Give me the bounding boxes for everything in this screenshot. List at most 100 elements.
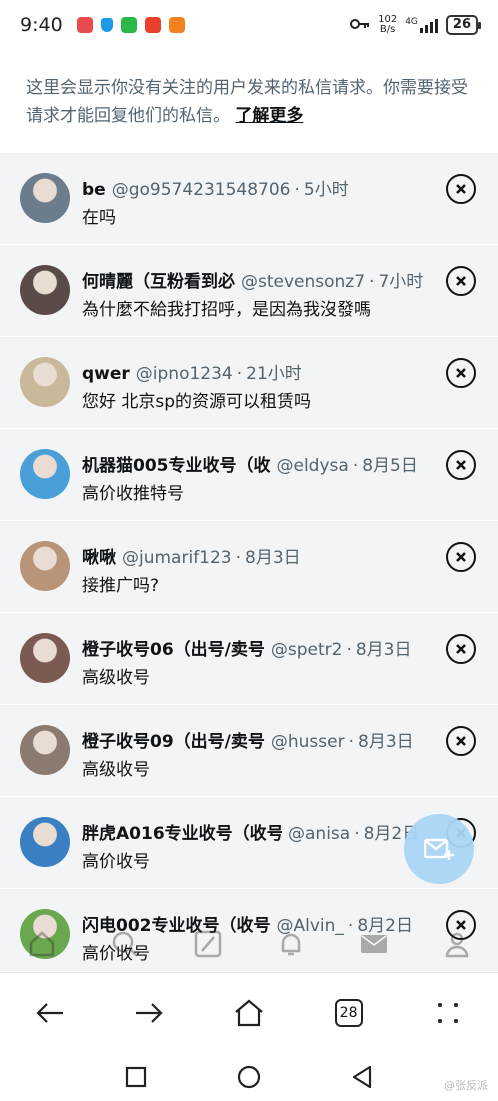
request-header: 啾啾 @jumarif123 · 8月3日 xyxy=(82,543,426,568)
message-request-row[interactable]: 何晴麗（互粉看到必 @stevensonz7 · 7小时 為什麼不給我打招呼，是… xyxy=(0,244,498,336)
avatar[interactable] xyxy=(20,633,70,683)
arrow-right-icon xyxy=(136,1002,163,1023)
system-navigation-bar: @张反派 xyxy=(0,1052,498,1101)
shopping-notification-icon xyxy=(144,17,161,33)
close-icon xyxy=(456,368,466,378)
sender-name: 啾啾 xyxy=(82,548,116,568)
bottom-tab-bar xyxy=(0,916,498,972)
request-time: 7小时 xyxy=(378,272,424,292)
request-time: 5小时 xyxy=(303,180,349,200)
avatar[interactable] xyxy=(20,817,70,867)
tabs-button[interactable]: 28 xyxy=(324,988,374,1038)
tab-grok[interactable] xyxy=(188,924,228,964)
more-dots-icon xyxy=(438,1002,459,1023)
forward-button[interactable] xyxy=(124,988,174,1038)
network-speed: 102 B/s xyxy=(378,15,397,35)
message-preview: 您好 北京sp的资源可以租赁吗 xyxy=(82,392,312,412)
dismiss-request-button[interactable] xyxy=(446,542,476,572)
sender-name: be xyxy=(82,180,106,200)
request-header: be @go9574231548706 · 5小时 xyxy=(82,175,426,200)
dismiss-request-button[interactable] xyxy=(446,174,476,204)
dismiss-request-button[interactable] xyxy=(446,634,476,664)
app-notification-icon xyxy=(76,17,93,33)
message-request-row[interactable]: 橙子收号09（出号/卖号 @husser · 8月3日 高级收号 xyxy=(0,704,498,796)
sender-handle: @go9574231548706 xyxy=(111,180,291,200)
compose-message-icon xyxy=(424,838,454,860)
sender-handle: @husser xyxy=(270,732,345,752)
separator-dot: · xyxy=(348,732,354,752)
communities-icon xyxy=(445,932,468,958)
separator-dot: · xyxy=(346,640,352,660)
sender-name: 机器猫005专业收号（收 xyxy=(82,456,271,476)
status-indicators: 102 B/s 4G 26 xyxy=(350,15,482,35)
tab-search[interactable] xyxy=(105,924,145,964)
key-icon xyxy=(350,16,370,35)
message-request-row[interactable]: 啾啾 @jumarif123 · 8月3日 接推广吗? xyxy=(0,520,498,612)
sender-handle: @eldysa xyxy=(276,456,349,476)
close-icon xyxy=(456,276,466,286)
system-back-icon[interactable] xyxy=(351,1065,373,1089)
browser-toolbar: 28 xyxy=(0,972,498,1052)
message-preview: 高级收号 xyxy=(82,760,150,780)
tab-messages[interactable] xyxy=(354,924,394,964)
close-icon xyxy=(456,552,466,562)
envelope-icon xyxy=(360,935,387,953)
message-request-row[interactable]: be @go9574231548706 · 5小时 在吗 xyxy=(0,152,498,244)
new-message-button[interactable] xyxy=(404,814,474,884)
sender-handle: @anisa xyxy=(288,824,351,844)
system-home-icon[interactable] xyxy=(237,1065,261,1089)
message-request-row[interactable]: 机器猫005专业收号（收 @eldysa · 8月5日 高价收推特号 xyxy=(0,428,498,520)
message-preview: 高级收号 xyxy=(82,668,150,688)
message-preview: 高价收号 xyxy=(82,852,150,872)
status-time: 9:40 xyxy=(20,14,63,36)
sender-name: 何晴麗（互粉看到必 xyxy=(82,272,235,292)
wechat-notification-icon xyxy=(120,17,137,33)
close-icon xyxy=(456,184,466,194)
separator-dot: · xyxy=(236,364,243,384)
request-header: 橙子收号06（出号/卖号 @spetr2 · 8月3日 xyxy=(82,635,426,660)
network-type: 4G xyxy=(405,17,418,27)
tab-home[interactable] xyxy=(22,924,62,964)
dismiss-request-button[interactable] xyxy=(446,450,476,480)
tab-count: 28 xyxy=(334,998,363,1027)
request-time: 8月3日 xyxy=(245,548,301,568)
tab-communities[interactable] xyxy=(437,924,477,964)
message-request-row[interactable]: 橙子收号06（出号/卖号 @spetr2 · 8月3日 高级收号 xyxy=(0,612,498,704)
dismiss-request-button[interactable] xyxy=(446,358,476,388)
close-icon xyxy=(456,644,466,654)
message-preview: 在吗 xyxy=(82,208,116,228)
separator-dot: · xyxy=(352,456,359,476)
close-icon xyxy=(456,736,466,746)
menu-button[interactable] xyxy=(423,988,473,1038)
message-request-row[interactable]: qwer @ipno1234 · 21小时 您好 北京sp的资源可以租赁吗 xyxy=(0,336,498,428)
separator-dot: · xyxy=(369,272,375,292)
sender-name: 橙子收号09（出号/卖号 xyxy=(82,732,265,752)
request-header: 何晴麗（互粉看到必 @stevensonz7 · 7小时 xyxy=(82,267,426,292)
taobao-notification-icon xyxy=(168,17,185,33)
message-requests-info: 这里会显示你没有关注的用户发来的私信请求。你需要接受请求才能回复他们的私信。 了… xyxy=(0,50,498,152)
recent-apps-icon[interactable] xyxy=(125,1066,147,1088)
tab-notifications[interactable] xyxy=(271,924,311,964)
dismiss-request-button[interactable] xyxy=(446,726,476,756)
notification-icons xyxy=(76,17,185,33)
avatar[interactable] xyxy=(20,173,70,223)
dismiss-request-button[interactable] xyxy=(446,266,476,296)
back-button[interactable] xyxy=(25,988,75,1038)
avatar[interactable] xyxy=(20,449,70,499)
avatar[interactable] xyxy=(20,357,70,407)
sender-handle: @spetr2 xyxy=(270,640,343,660)
learn-more-link[interactable]: 了解更多 xyxy=(235,106,303,126)
grok-icon xyxy=(194,930,221,958)
watermark: @张反派 xyxy=(444,1079,488,1092)
home-button[interactable] xyxy=(224,988,274,1038)
avatar[interactable] xyxy=(20,725,70,775)
sender-name: 橙子收号06（出号/卖号 xyxy=(82,640,265,660)
message-preview: 為什麼不給我打招呼，是因為我沒發嗎 xyxy=(82,300,371,320)
request-header: 机器猫005专业收号（收 @eldysa · 8月5日 xyxy=(82,451,426,476)
request-header: 胖虎A016专业收号（收号 @anisa · 8月2日 xyxy=(82,819,426,844)
request-time: 8月5日 xyxy=(362,456,418,476)
message-preview: 高价收推特号 xyxy=(82,484,184,504)
search-icon xyxy=(112,931,138,957)
avatar[interactable] xyxy=(20,541,70,591)
avatar[interactable] xyxy=(20,265,70,315)
